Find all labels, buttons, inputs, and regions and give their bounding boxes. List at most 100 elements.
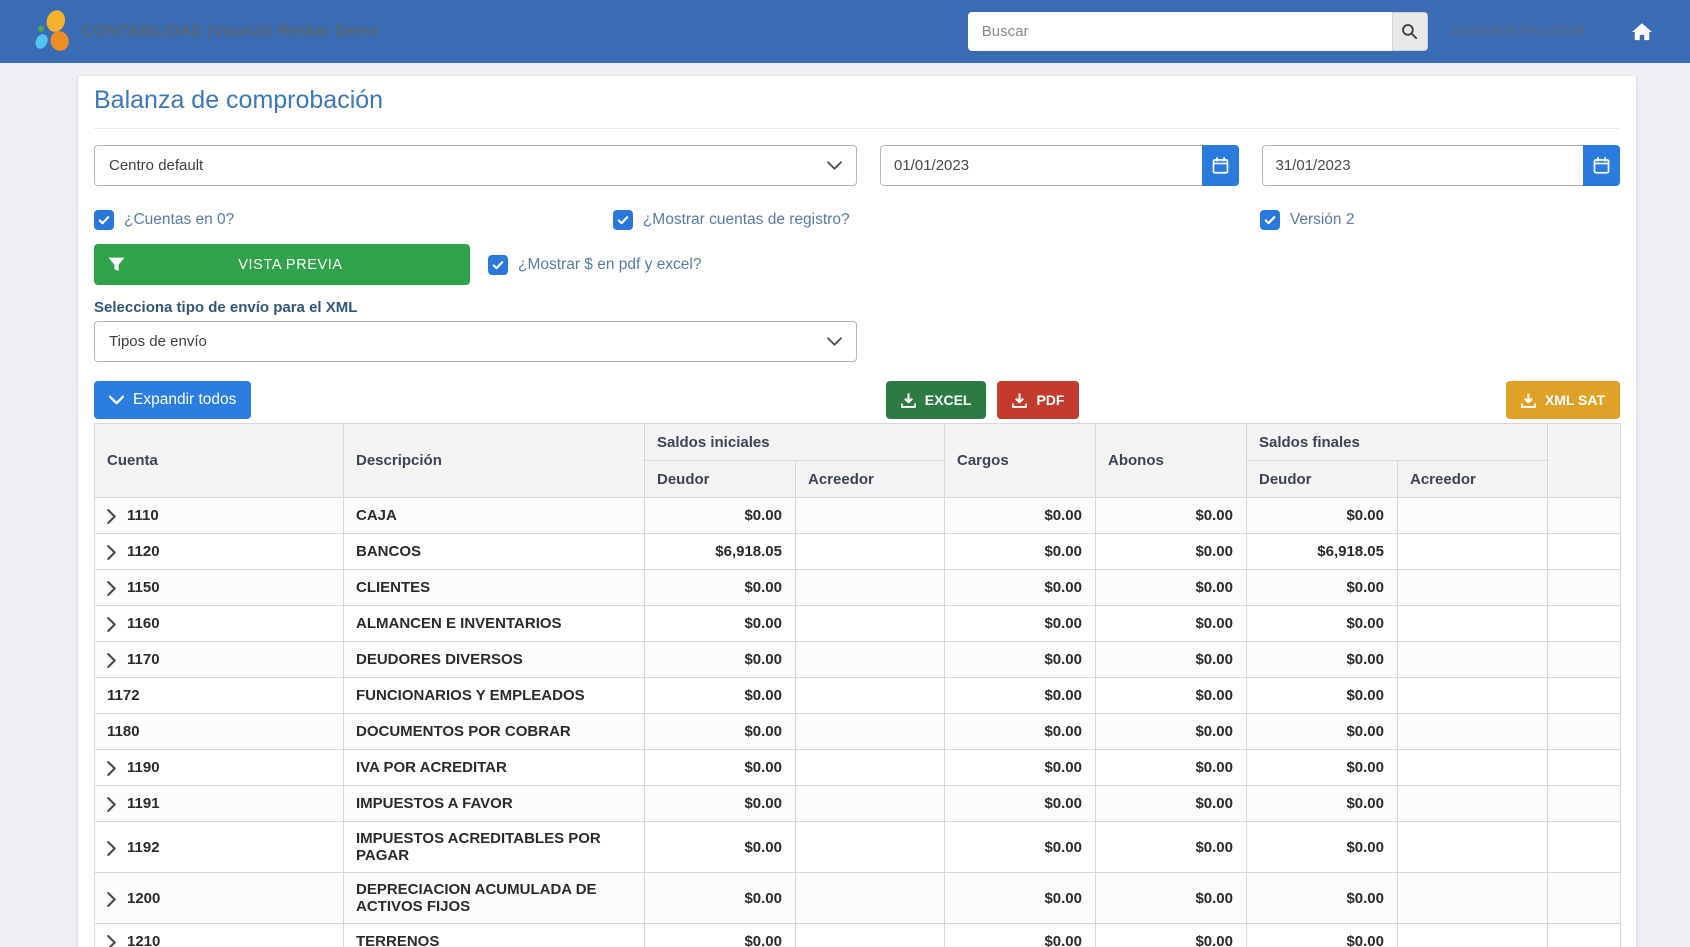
expand-row-icon[interactable] (107, 545, 116, 560)
expand-row-toggle[interactable] (107, 759, 118, 776)
table-toolbar: Expandir todos EXCEL PDF (94, 381, 1620, 419)
expandir-todos-button[interactable]: Expandir todos (94, 381, 251, 419)
saldo-final-acreedor-cell (1398, 498, 1548, 534)
row-end-cell (1548, 642, 1621, 678)
brand-title: CONTABILIDAD |VisorUS Resbar Demo (82, 23, 379, 41)
saldo-inicial-acreedor-cell (796, 678, 945, 714)
balanza-table: Cuenta Descripción Saldos iniciales Carg… (94, 423, 1621, 947)
vista-previa-button[interactable]: VISTA PREVIA (94, 244, 470, 285)
saldo-final-deudor-cell: $0.00 (1247, 714, 1398, 750)
header-descripcion: Descripción (344, 424, 645, 498)
table-row: 1192IMPUESTOS ACREDITABLES POR PAGAR$0.0… (95, 822, 1621, 873)
expand-row-toggle[interactable] (107, 839, 118, 856)
account-number: 1180 (107, 723, 140, 740)
search-box (968, 12, 1428, 51)
brand-link[interactable]: CONTABILIDAD |VisorUS Resbar Demo (34, 9, 379, 54)
account-cell: 1180 (95, 714, 344, 750)
header-empty (1548, 424, 1621, 498)
excel-button[interactable]: EXCEL (886, 381, 987, 419)
expand-row-icon[interactable] (107, 653, 116, 668)
account-cell: 1210 (95, 924, 344, 947)
download-icon (901, 393, 916, 408)
saldo-inicial-deudor-cell: $0.00 (645, 642, 796, 678)
account-number: 1110 (127, 507, 159, 524)
expand-row-toggle[interactable] (107, 651, 118, 668)
account-cell: 1160 (95, 606, 344, 642)
expand-row-icon[interactable] (107, 761, 116, 776)
date-to-calendar-button[interactable] (1583, 145, 1620, 186)
checkbox-mostrar-registro[interactable]: ¿Mostrar cuentas de registro? (613, 210, 1260, 230)
search-button[interactable] (1392, 12, 1428, 51)
date-from-input[interactable] (880, 145, 1202, 186)
abonos-cell: $0.00 (1096, 873, 1247, 924)
account-number: 1120 (127, 543, 160, 560)
abonos-cell: $0.00 (1096, 498, 1247, 534)
checkbox-cuentas-en-0[interactable]: ¿Cuentas en 0? (94, 210, 613, 230)
home-button[interactable] (1632, 23, 1652, 41)
saldo-inicial-deudor-cell: $6,918.05 (645, 534, 796, 570)
table-row: 1200DEPRECIACION ACUMULADA DE ACTIVOS FI… (95, 873, 1621, 924)
expand-row-icon[interactable] (107, 581, 116, 596)
calendar-icon (1212, 157, 1229, 174)
account-cell: 1200 (95, 873, 344, 924)
filter-controls-row: Centro default (94, 145, 1620, 186)
chevron-down-icon (827, 161, 842, 170)
expand-row-toggle[interactable] (107, 795, 118, 812)
tipo-envio-select[interactable]: Tipos de envío (94, 321, 857, 362)
table-row: 1170DEUDORES DIVERSOS$0.00$0.00$0.00$0.0… (95, 642, 1621, 678)
checkbox-version-2[interactable]: Versión 2 (1260, 210, 1355, 230)
account-cell: 1172 (95, 678, 344, 714)
date-from-calendar-button[interactable] (1202, 145, 1239, 186)
account-number: 1160 (127, 615, 160, 632)
expand-row-icon[interactable] (107, 617, 116, 632)
header-abonos: Abonos (1096, 424, 1247, 498)
abonos-cell: $0.00 (1096, 750, 1247, 786)
page-title: Balanza de comprobación (94, 86, 1620, 129)
table-header: Cuenta Descripción Saldos iniciales Carg… (95, 424, 1621, 498)
pdf-label: PDF (1036, 392, 1064, 408)
expand-row-icon[interactable] (107, 935, 116, 947)
saldo-final-deudor-cell: $0.00 (1247, 570, 1398, 606)
expand-row-toggle[interactable] (107, 615, 118, 632)
account-description-cell: FUNCIONARIOS Y EMPLEADOS (344, 678, 645, 714)
account-number: 1192 (127, 839, 160, 856)
saldo-final-deudor-cell: $0.00 (1247, 678, 1398, 714)
cargos-cell: $0.00 (945, 498, 1096, 534)
expand-row-icon[interactable] (107, 797, 116, 812)
date-to-input[interactable] (1262, 145, 1584, 186)
cargos-cell: $0.00 (945, 534, 1096, 570)
checked-checkbox-icon (613, 210, 633, 230)
saldo-inicial-deudor-cell: $0.00 (645, 678, 796, 714)
checkbox-label: Versión 2 (1290, 211, 1355, 229)
saldo-inicial-acreedor-cell (796, 498, 945, 534)
calendar-icon (1593, 157, 1610, 174)
expand-row-icon[interactable] (107, 509, 116, 524)
expand-row-icon[interactable] (107, 892, 116, 907)
row-end-cell (1548, 924, 1621, 947)
cargos-cell: $0.00 (945, 678, 1096, 714)
centro-select[interactable]: Centro default (94, 145, 857, 186)
expand-row-toggle[interactable] (107, 890, 118, 907)
home-icon (1632, 23, 1652, 41)
expand-row-toggle[interactable] (107, 579, 118, 596)
account-cell: 1190 (95, 750, 344, 786)
expand-row-toggle[interactable] (107, 507, 118, 524)
checked-checkbox-icon (488, 255, 508, 275)
account-description-cell: CAJA (344, 498, 645, 534)
user-menu[interactable]: ADMINISTRADOR (1450, 23, 1586, 40)
abonos-cell: $0.00 (1096, 924, 1247, 947)
expand-row-icon[interactable] (107, 841, 116, 856)
saldo-final-deudor-cell: $0.00 (1247, 606, 1398, 642)
account-number: 1150 (127, 579, 160, 596)
pdf-button[interactable]: PDF (997, 381, 1079, 419)
expand-row-toggle[interactable] (107, 543, 118, 560)
search-icon (1401, 23, 1418, 40)
row-end-cell (1548, 786, 1621, 822)
checkbox-mostrar-pdf-excel[interactable]: ¿Mostrar $ en pdf y excel? (488, 255, 702, 275)
header-si-acreedor: Acreedor (796, 461, 945, 498)
row-end-cell (1548, 750, 1621, 786)
cargos-cell: $0.00 (945, 873, 1096, 924)
search-input[interactable] (968, 12, 1392, 51)
expand-row-toggle[interactable] (107, 933, 118, 947)
account-description-cell: DOCUMENTOS POR COBRAR (344, 714, 645, 750)
